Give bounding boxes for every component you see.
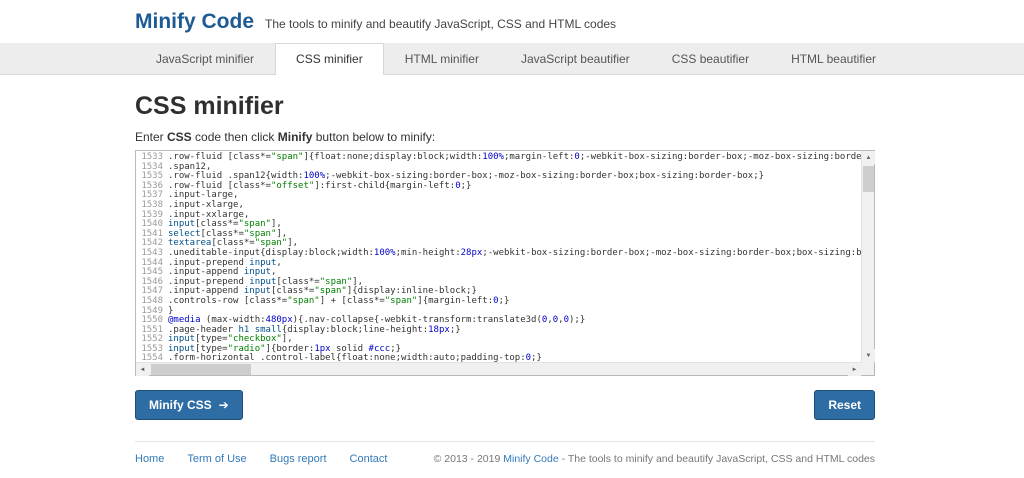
copyright-prefix: © 2013 - 2019 [434,453,504,465]
tab-css-beautifier[interactable]: CSS beautifier [651,43,770,74]
horizontal-scroll-thumb[interactable] [151,364,251,375]
triangle-down-icon: ▼ [866,353,872,359]
triangle-left-icon: ◄ [140,367,146,373]
nav-tabs: JavaScript minifierCSS minifierHTML mini… [135,43,1024,74]
site-tagline: The tools to minify and beautify JavaScr… [265,14,616,31]
scroll-left-button[interactable]: ◄ [136,363,149,376]
footer-links: Home Term of Use Bugs report Contact [135,453,410,465]
scroll-right-button[interactable]: ► [848,363,861,376]
main-content: CSS minifier Enter CSS code then click M… [135,92,875,465]
page-title: CSS minifier [135,92,875,121]
site-header: Minify Code The tools to minify and beau… [135,0,875,43]
code-line: 1548.controls-row [class*="span"] + [cla… [139,297,861,307]
line-number: 1554 [139,354,163,362]
footer: Home Term of Use Bugs report Contact © 2013… [135,441,875,465]
footer-link-bugs-report[interactable]: Bugs report [270,453,327,465]
scroll-up-button[interactable]: ▲ [862,151,875,164]
tab-javascript-minifier[interactable]: JavaScript minifier [135,43,275,74]
scrollbar-corner [861,362,874,375]
nav-strip: JavaScript minifierCSS minifierHTML mini… [0,43,1024,75]
instruction-text: Enter CSS code then click Minify button … [135,130,875,144]
reset-button[interactable]: Reset [814,390,875,420]
vertical-scroll-thumb[interactable] [863,166,874,192]
minify-css-button[interactable]: Minify CSS ➔ [135,390,243,420]
copyright-suffix: - The tools to minify and beautify JavaS… [559,453,875,465]
actions-row: Minify CSS ➔ Reset [135,390,875,420]
footer-link-term-of-use[interactable]: Term of Use [187,453,246,465]
vertical-scrollbar[interactable]: ▲ ▼ [861,151,874,362]
minify-css-label: Minify CSS [149,398,212,412]
copyright-link[interactable]: Minify Code [503,453,558,465]
horizontal-scrollbar[interactable]: ◄ ► [136,362,861,375]
arrow-right-icon: ➔ [219,398,229,412]
triangle-up-icon: ▲ [866,155,872,161]
footer-link-home[interactable]: Home [135,453,164,465]
scroll-down-button[interactable]: ▼ [862,349,875,362]
triangle-right-icon: ► [852,367,858,373]
css-code-editor[interactable]: 1533.row-fluid [class*="span"]{float:non… [135,150,875,376]
app-logo[interactable]: Minify Code [135,10,254,34]
footer-link-contact[interactable]: Contact [350,453,388,465]
tab-html-beautifier[interactable]: HTML beautifier [770,43,897,74]
page: Minify Code The tools to minify and beau… [0,0,1024,478]
code-line: 1536.row-fluid [class*="offset"]:first-c… [139,182,861,192]
tab-html-minifier[interactable]: HTML minifier [384,43,500,74]
tab-css-minifier[interactable]: CSS minifier [275,43,384,75]
code-line: 1554.form-horizontal .control-label{floa… [139,354,861,362]
code-line: 1533.row-fluid [class*="span"]{float:non… [139,153,861,163]
copyright: © 2013 - 2019 Minify Code - The tools to… [434,453,875,465]
code-line: 1537.input-large, [139,191,861,201]
code-lines: 1533.row-fluid [class*="span"]{float:non… [136,151,861,362]
tab-javascript-beautifier[interactable]: JavaScript beautifier [500,43,651,74]
